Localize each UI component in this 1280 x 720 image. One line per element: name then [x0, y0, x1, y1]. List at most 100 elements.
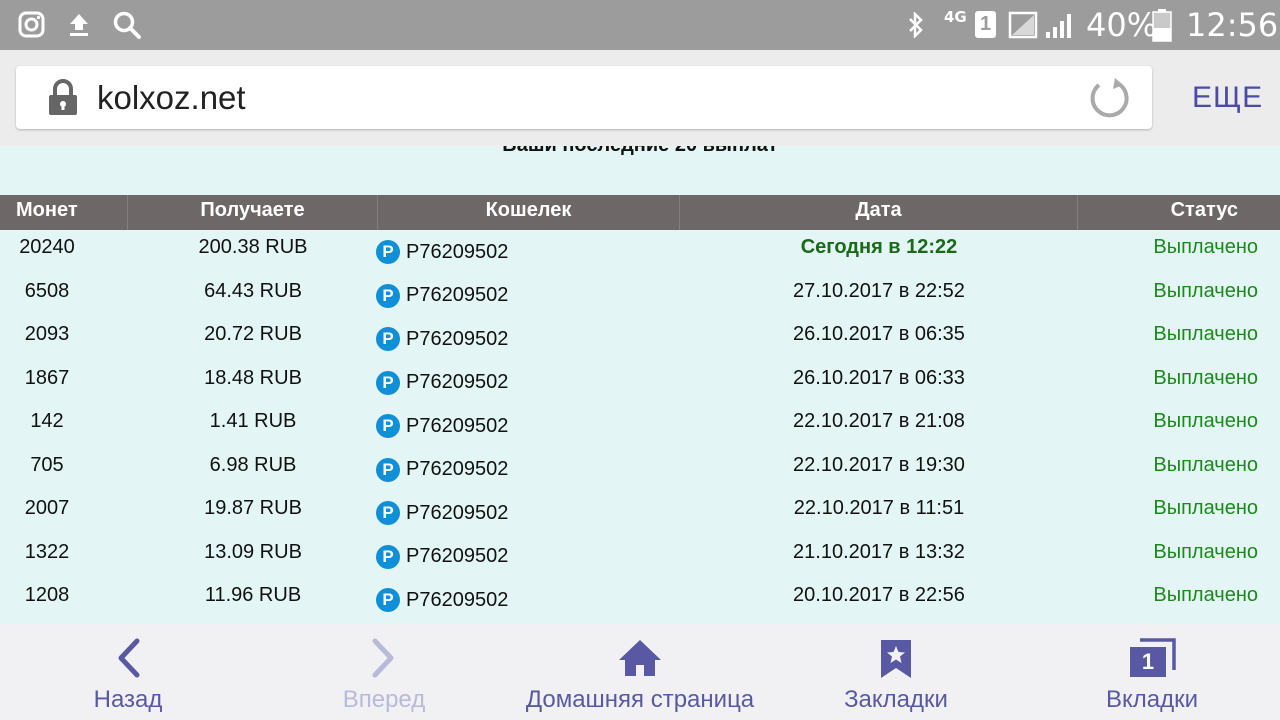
wallet-cell: P P76209502	[376, 499, 508, 527]
home-icon	[619, 640, 661, 676]
status-cell: Выплачено	[1153, 410, 1258, 432]
amount-cell: 1.41 RUB	[209, 410, 297, 432]
status-cell: Выплачено	[1153, 279, 1258, 302]
coins-cell: 1208	[24, 584, 70, 606]
table-row: 1208 11.96 RUB P P76209502 20.10.2017 в …	[0, 578, 1280, 622]
browser-address-bar: kolxoz.net ЕЩЕ	[0, 50, 1280, 147]
wallet-id: P76209502	[406, 588, 509, 611]
wallet-id: P76209502	[406, 240, 509, 263]
wallet-id: P76209502	[406, 458, 509, 480]
signal-icon	[1046, 14, 1071, 38]
payeer-icon: P	[376, 414, 400, 438]
status-cell: Выплачено	[1153, 236, 1258, 258]
wallet-id: P76209502	[406, 327, 509, 350]
bookmarks-label: Закладки	[844, 686, 948, 713]
forward-button[interactable]: Вперед	[294, 624, 474, 720]
payeer-icon: P	[376, 283, 400, 308]
amount-cell: 18.48 RUB	[204, 366, 302, 389]
network-type: 4G	[944, 8, 967, 26]
reload-icon[interactable]	[1087, 77, 1131, 121]
back-button[interactable]: Назад	[38, 624, 218, 720]
tabs-count: 1	[1141, 649, 1155, 674]
payeer-icon: P	[376, 327, 400, 351]
table-row: 1867 18.48 RUB P P76209502 26.10.2017 в …	[0, 361, 1280, 405]
table-row: 20240 200.38 RUB P P76209502 Сегодня в 1…	[0, 230, 1280, 274]
coins-cell: 20240	[19, 236, 75, 258]
upload-icon	[70, 14, 88, 36]
back-label: Назад	[93, 686, 163, 713]
tabs-button[interactable]: 1 Вкладки	[1062, 624, 1242, 720]
clock: 12:56	[1186, 6, 1279, 44]
wallet-id: P76209502	[406, 501, 509, 524]
url-text: kolxoz.net	[97, 79, 246, 116]
home-label: Домашняя страница	[525, 686, 755, 713]
table-row: 2007 19.87 RUB P P76209502 22.10.2017 в …	[0, 491, 1280, 535]
search-icon	[113, 11, 141, 39]
bookmarks-button[interactable]: Закладки	[806, 624, 986, 720]
section-title: Ваши последние 20 выплат	[0, 146, 1280, 157]
header-coins: Монет	[0, 195, 128, 230]
amount-cell: 64.43 RUB	[204, 279, 302, 302]
table-row: 705 6.98 RUB P P76209502 22.10.2017 в 19…	[0, 448, 1280, 492]
page-content: Ваши последние 20 выплат Монет Получаете…	[0, 146, 1280, 624]
status-cell: Выплачено	[1153, 540, 1258, 563]
status-bar: 4G 1 40% 12:56	[0, 0, 1280, 50]
status-cell: Выплачено	[1153, 453, 1258, 476]
coins-cell: 2007	[24, 497, 70, 519]
amount-cell: 20.72 RUB	[204, 323, 302, 345]
wallet-cell: P P76209502	[376, 456, 508, 484]
date-cell: 26.10.2017 в 06:33	[793, 366, 965, 389]
wallet-id: P76209502	[406, 545, 509, 567]
wallet-cell: P P76209502	[376, 282, 508, 310]
wallet-id: P76209502	[406, 284, 509, 306]
amount-cell: 13.09 RUB	[204, 540, 302, 563]
date-cell: 21.10.2017 в 13:32	[793, 540, 965, 563]
chevron-right-icon	[372, 638, 394, 678]
date-cell: 22.10.2017 в 19:30	[793, 453, 965, 476]
browser-bottom-nav: Назад Вперед Домашняя страница Закладки …	[0, 624, 1280, 720]
coins-cell: 1322	[24, 540, 70, 563]
instagram-icon	[18, 11, 45, 38]
coins-cell: 2093	[24, 323, 70, 345]
amount-cell: 200.38 RUB	[198, 236, 308, 258]
date-cell: 20.10.2017 в 22:56	[793, 584, 965, 606]
battery-icon	[1152, 9, 1172, 42]
wallet-cell: P P76209502	[376, 543, 508, 571]
coins-cell: 142	[30, 410, 64, 432]
wallet-cell: P P76209502	[376, 412, 508, 440]
wallet-cell: P P76209502	[376, 238, 508, 266]
lock-icon	[49, 79, 77, 115]
payeer-icon: P	[376, 240, 400, 264]
wallet-id: P76209502	[406, 414, 509, 437]
no-signal-icon	[1008, 11, 1038, 39]
table-row: 142 1.41 RUB P P76209502 22.10.2017 в 21…	[0, 404, 1280, 448]
date-cell: Сегодня в 12:22	[800, 236, 958, 258]
payeer-icon: P	[376, 588, 400, 612]
sim-icon: 1	[975, 11, 996, 38]
payeer-icon: P	[376, 544, 400, 569]
more-button[interactable]: ЕЩЕ	[1192, 81, 1263, 115]
date-cell: 22.10.2017 в 21:08	[793, 410, 965, 432]
payeer-icon: P	[376, 370, 400, 395]
wallet-cell: P P76209502	[376, 325, 508, 353]
forward-label: Вперед	[342, 686, 426, 713]
coins-cell: 6508	[24, 279, 70, 302]
bluetooth-icon	[909, 12, 923, 38]
payeer-icon: P	[376, 457, 400, 482]
battery-percent: 40%	[1086, 6, 1158, 44]
header-wallet: Кошелек	[378, 195, 680, 230]
table-header: Монет Получаете Кошелек Дата Статус	[0, 195, 1280, 230]
table-row: 1322 13.09 RUB P P76209502 21.10.2017 в …	[0, 535, 1280, 579]
wallet-id: P76209502	[406, 371, 509, 393]
status-cell: Выплачено	[1153, 323, 1258, 345]
amount-cell: 19.87 RUB	[204, 497, 302, 519]
status-cell: Выплачено	[1153, 584, 1258, 606]
coins-cell: 705	[30, 453, 64, 476]
header-amount: Получаете	[128, 195, 378, 230]
home-button[interactable]: Домашняя страница	[510, 624, 770, 720]
header-date: Дата	[680, 195, 1078, 230]
coins-cell: 1867	[24, 366, 70, 389]
url-field[interactable]: kolxoz.net	[16, 66, 1152, 129]
wallet-cell: P P76209502	[376, 586, 508, 614]
payeer-icon: P	[376, 501, 400, 525]
